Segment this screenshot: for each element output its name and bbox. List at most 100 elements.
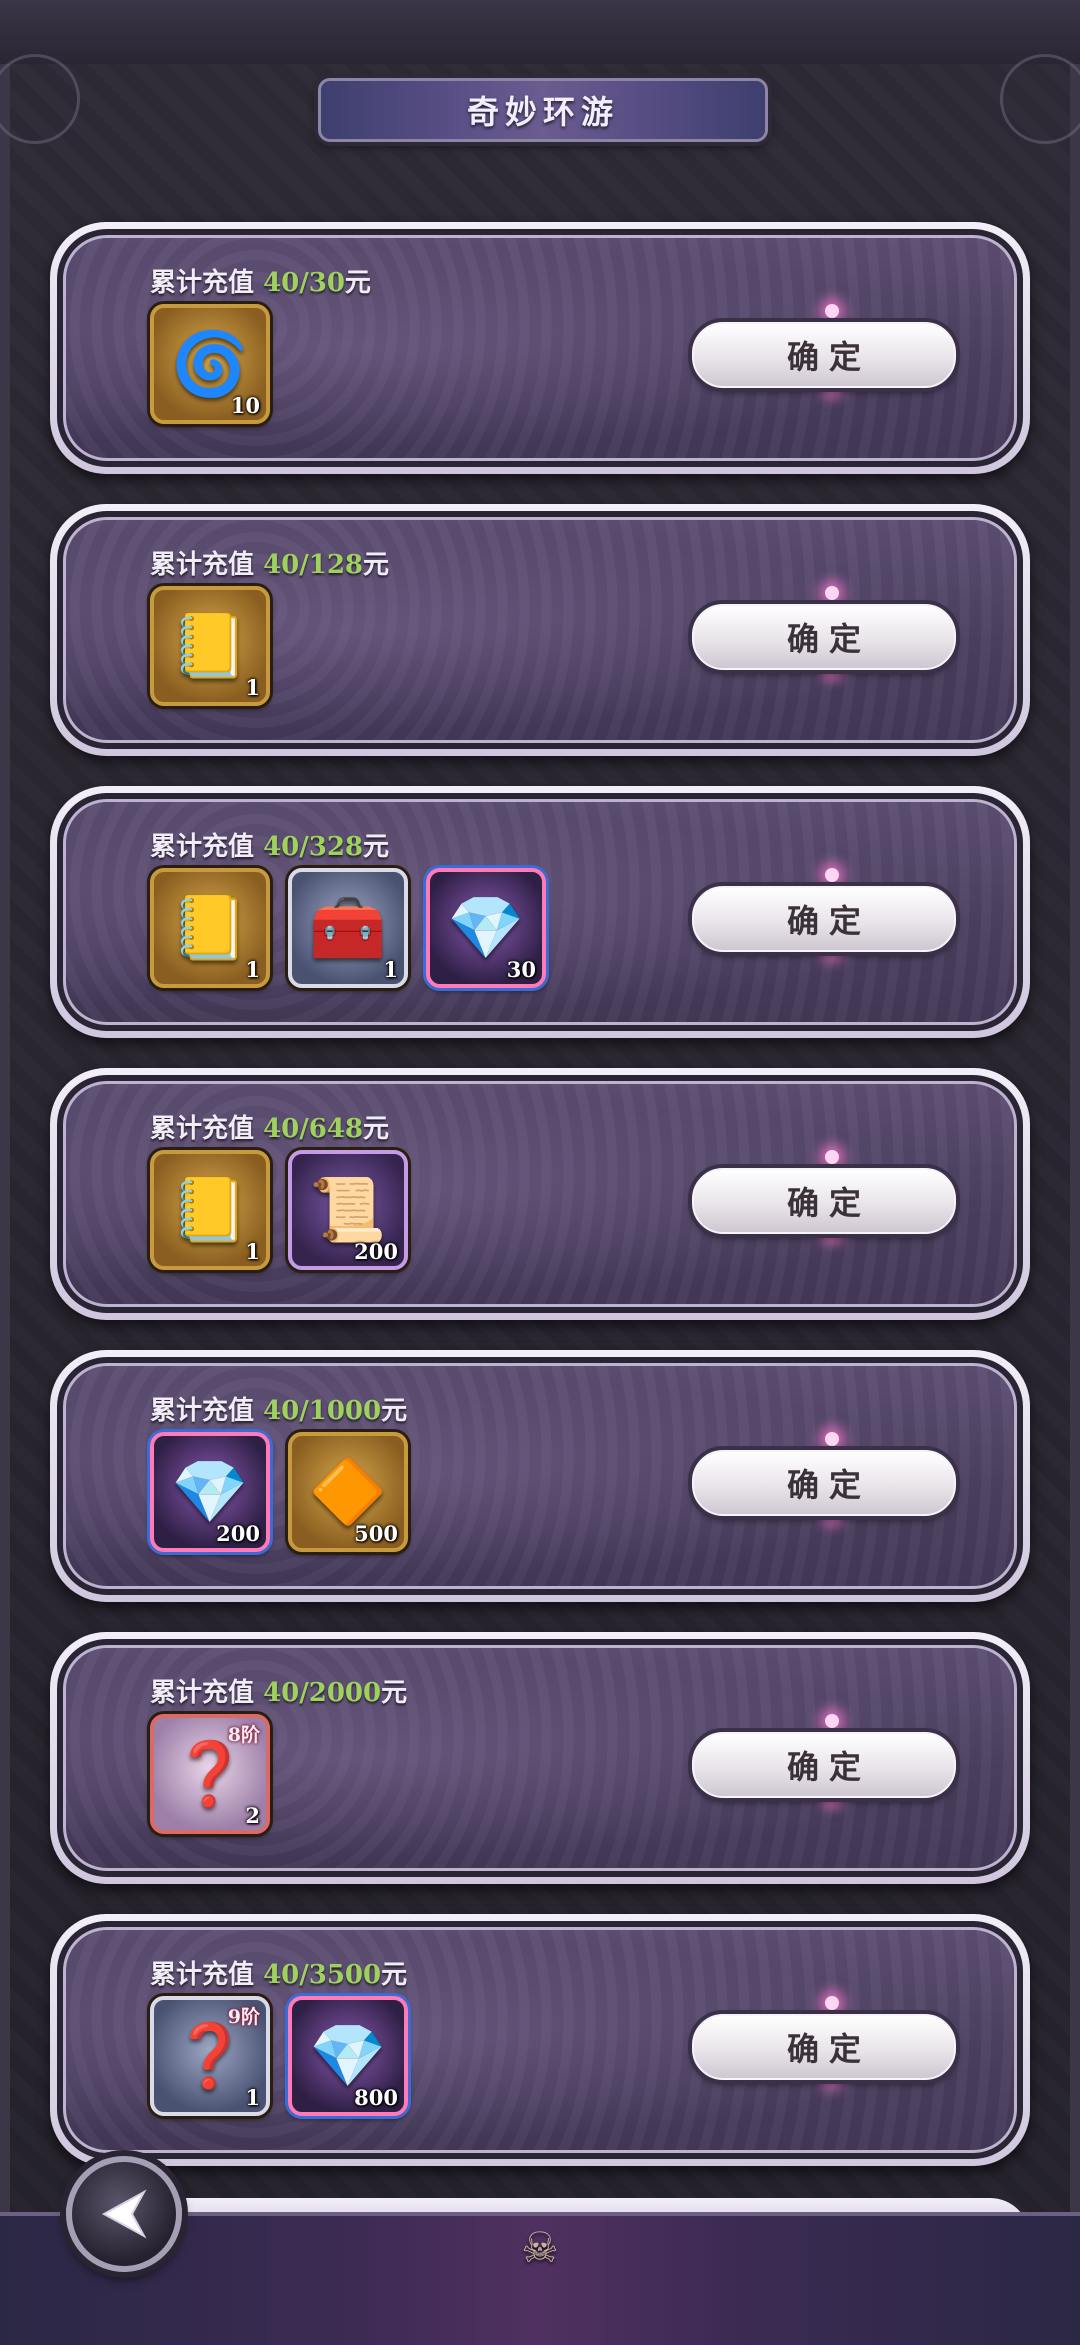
reward-item-slot[interactable]: ❓ 9阶 1 (150, 1996, 270, 2116)
recharge-progress-label: 累计充值 40/328元 (150, 826, 389, 863)
reward-item-slot[interactable]: 📒 1 (150, 1150, 270, 1270)
reward-card-body: 累计充值 40/1000元 💎 200 🔶 500 确定 (63, 1363, 1017, 1589)
currency-unit: 元 (363, 1114, 390, 1144)
confirm-button-label: 确定 (786, 902, 871, 940)
item-count: 200 (354, 1239, 398, 1264)
reward-items: 🌀 10 (150, 304, 270, 424)
recharge-progress-label: 累计充值 40/30元 (150, 262, 371, 299)
reward-item-slot[interactable]: ❓ 8阶 2 (150, 1714, 270, 1834)
confirm-button-label: 确定 (786, 338, 871, 376)
item-count: 1 (383, 957, 398, 982)
reward-list: 累计充值 40/30元 🌀 10 确定 累计充值 40/128元 📒 1 确定 累计充值 40/… (0, 0, 1080, 2345)
reward-card: 累计充值 40/328元 📒 1 🧰 1 💎 30 确定 (50, 786, 1030, 1038)
confirm-button-label: 确定 (786, 1748, 871, 1786)
currency-unit: 元 (344, 268, 371, 298)
reward-items: 📒 1 🧰 1 💎 30 (150, 868, 546, 988)
recharge-progress-value: 40/2000 (263, 1678, 382, 1708)
reward-item-slot[interactable]: 🌀 10 (150, 304, 270, 424)
confirm-button-label: 确定 (786, 2030, 871, 2068)
recharge-progress-label: 累计充值 40/1000元 (150, 1390, 407, 1427)
currency-unit: 元 (363, 832, 390, 862)
reward-item-slot[interactable]: 💎 200 (150, 1432, 270, 1552)
reward-card: 累计充值 40/30元 🌀 10 确定 (50, 222, 1030, 474)
reward-card-body: 累计充值 40/328元 📒 1 🧰 1 💎 30 确定 (63, 799, 1017, 1025)
reward-card: 累计充值 40/648元 📒 1 📜 200 确定 (50, 1068, 1030, 1320)
item-count: 500 (354, 1521, 398, 1546)
confirm-button[interactable]: 确定 (692, 322, 956, 388)
recharge-label-prefix: 累计充值 (150, 1114, 264, 1144)
reward-card-body: 累计充值 40/2000元 ❓ 8阶 2 确定 (63, 1645, 1017, 1871)
recharge-progress-value: 40/1000 (263, 1396, 382, 1426)
confirm-button[interactable]: 确定 (692, 886, 956, 952)
confirm-button-label: 确定 (786, 620, 871, 658)
reward-item-slot[interactable]: 📜 200 (288, 1150, 408, 1270)
reward-card-inner: 累计充值 40/328元 📒 1 🧰 1 💎 30 确定 (57, 793, 1023, 1031)
item-count: 800 (354, 2085, 398, 2110)
recharge-progress-value: 40/128 (263, 550, 364, 580)
recharge-progress-label: 累计充值 40/648元 (150, 1108, 389, 1145)
recharge-progress-value: 40/30 (263, 268, 345, 298)
reward-card-body: 累计充值 40/648元 📒 1 📜 200 确定 (63, 1081, 1017, 1307)
item-count: 1 (245, 957, 260, 982)
reward-card: 累计充值 40/1000元 💎 200 🔶 500 确定 (50, 1350, 1030, 1602)
reward-card-body: 累计充值 40/30元 🌀 10 确定 (63, 235, 1017, 461)
recharge-label-prefix: 累计充值 (150, 1960, 264, 1990)
sparkle-effect (825, 586, 839, 600)
reward-item-slot[interactable]: 📒 1 (150, 868, 270, 988)
back-arrow-icon (101, 2189, 147, 2239)
confirm-button-label: 确定 (786, 1184, 871, 1222)
recharge-progress-label: 累计充值 40/2000元 (150, 1672, 407, 1709)
reward-items: ❓ 9阶 1 💎 800 (150, 1996, 408, 2116)
item-count: 2 (245, 1803, 260, 1828)
confirm-button[interactable]: 确定 (692, 1450, 956, 1516)
item-count: 1 (245, 1239, 260, 1264)
confirm-button[interactable]: 确定 (692, 604, 956, 670)
reward-item-slot[interactable]: 💎 30 (426, 868, 546, 988)
recharge-progress-value: 40/3500 (263, 1960, 382, 1990)
reward-item-slot[interactable]: 🧰 1 (288, 868, 408, 988)
recharge-label-prefix: 累计充值 (150, 550, 264, 580)
confirm-button[interactable]: 确定 (692, 1168, 956, 1234)
reward-card-body: 累计充值 40/3500元 ❓ 9阶 1 💎 800 确定 (63, 1927, 1017, 2153)
item-count: 1 (245, 675, 260, 700)
reward-items: 📒 1 (150, 586, 270, 706)
reward-card: 累计充值 40/2000元 ❓ 8阶 2 确定 (50, 1632, 1030, 1884)
sparkle-effect (825, 1432, 839, 1446)
confirm-button[interactable]: 确定 (692, 1732, 956, 1798)
reward-items: 💎 200 🔶 500 (150, 1432, 408, 1552)
reward-card-inner: 累计充值 40/128元 📒 1 确定 (57, 511, 1023, 749)
reward-card-body: 累计充值 40/128元 📒 1 确定 (63, 517, 1017, 743)
reward-card: 累计充值 40/3500元 ❓ 9阶 1 💎 800 确定 (50, 1914, 1030, 2166)
sparkle-effect (825, 1150, 839, 1164)
currency-unit: 元 (381, 1678, 408, 1708)
back-button[interactable] (66, 2156, 182, 2272)
event-page: 奇妙环游 累计充值 40/30元 🌀 10 确定 累计充值 40/128元 📒 1 确定 累计充… (0, 0, 1080, 2345)
currency-unit: 元 (363, 550, 390, 580)
reward-card-inner: 累计充值 40/648元 📒 1 📜 200 确定 (57, 1075, 1023, 1313)
sparkle-effect (825, 868, 839, 882)
reward-items: 📒 1 📜 200 (150, 1150, 408, 1270)
reward-card: 累计充值 40/128元 📒 1 确定 (50, 504, 1030, 756)
item-count: 10 (230, 393, 260, 418)
currency-unit: 元 (381, 1960, 408, 1990)
skull-ornament-icon: ☠ (521, 2222, 559, 2272)
reward-items: ❓ 8阶 2 (150, 1714, 270, 1834)
reward-item-slot[interactable]: 📒 1 (150, 586, 270, 706)
item-count: 200 (216, 1521, 260, 1546)
recharge-progress-value: 40/648 (263, 1114, 364, 1144)
item-count: 30 (506, 957, 536, 982)
recharge-label-prefix: 累计充值 (150, 268, 264, 298)
confirm-button[interactable]: 确定 (692, 2014, 956, 2080)
reward-item-slot[interactable]: 🔶 500 (288, 1432, 408, 1552)
recharge-progress-label: 累计充值 40/3500元 (150, 1954, 407, 1991)
recharge-progress-label: 累计充值 40/128元 (150, 544, 389, 581)
sparkle-effect (825, 304, 839, 318)
reward-card-inner: 累计充值 40/30元 🌀 10 确定 (57, 229, 1023, 467)
sparkle-effect (825, 1996, 839, 2010)
recharge-label-prefix: 累计充值 (150, 832, 264, 862)
item-tier-badge: 8阶 (227, 1724, 260, 1746)
item-count: 1 (245, 2085, 260, 2110)
reward-card-inner: 累计充值 40/1000元 💎 200 🔶 500 确定 (57, 1357, 1023, 1595)
reward-card-inner: 累计充值 40/2000元 ❓ 8阶 2 确定 (57, 1639, 1023, 1877)
reward-item-slot[interactable]: 💎 800 (288, 1996, 408, 2116)
